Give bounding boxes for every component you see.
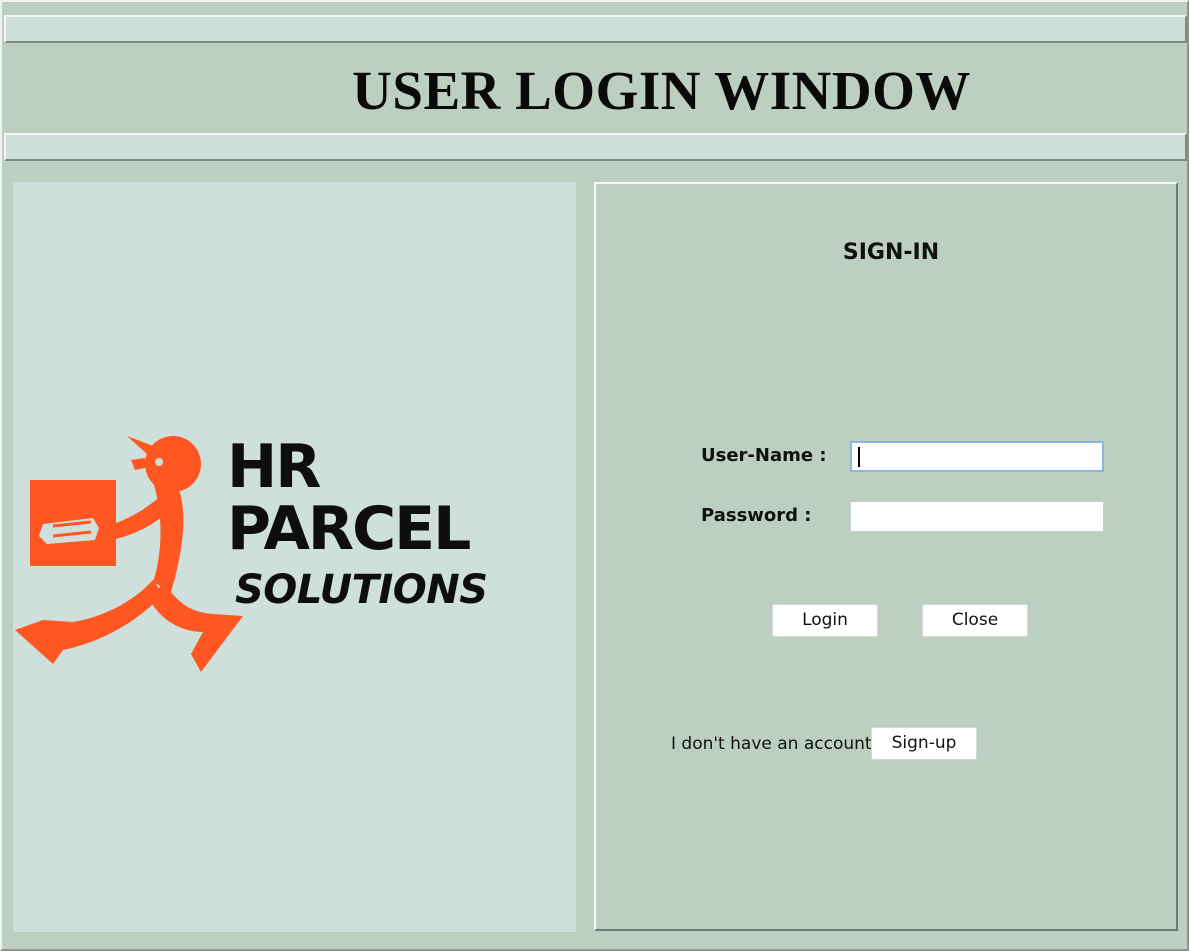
- text-cursor: [858, 447, 860, 467]
- delivery-man-icon: [15, 436, 243, 672]
- password-label: Password :: [701, 505, 812, 526]
- login-button[interactable]: Login: [772, 604, 878, 637]
- close-button[interactable]: Close: [922, 604, 1028, 637]
- hr-parcel-logo: HR PARCEL SOLUTIONS: [13, 432, 493, 682]
- username-input[interactable]: [850, 441, 1104, 472]
- top-divider-bar: [4, 15, 1187, 43]
- signup-button[interactable]: Sign-up: [871, 727, 977, 760]
- password-input[interactable]: [850, 501, 1104, 532]
- logo-parcel-text: PARCEL: [227, 494, 471, 564]
- logo-panel: HR PARCEL SOLUTIONS: [13, 182, 576, 932]
- window-title: USER LOGIN WINDOW: [352, 60, 971, 121]
- signin-heading: SIGN-IN: [842, 240, 940, 265]
- header-divider-bar: [4, 133, 1187, 161]
- logo-solutions-text: SOLUTIONS: [235, 567, 488, 613]
- username-label: User-Name :: [701, 445, 827, 466]
- no-account-text: I don't have an account: [671, 734, 872, 754]
- login-window: USER LOGIN WINDOW HR PARCEL SOLUTIONS SI…: [0, 0, 1189, 951]
- signin-panel: SIGN-IN User-Name : Password : Login Clo…: [594, 182, 1178, 931]
- logo-hr-text: HR: [227, 432, 321, 502]
